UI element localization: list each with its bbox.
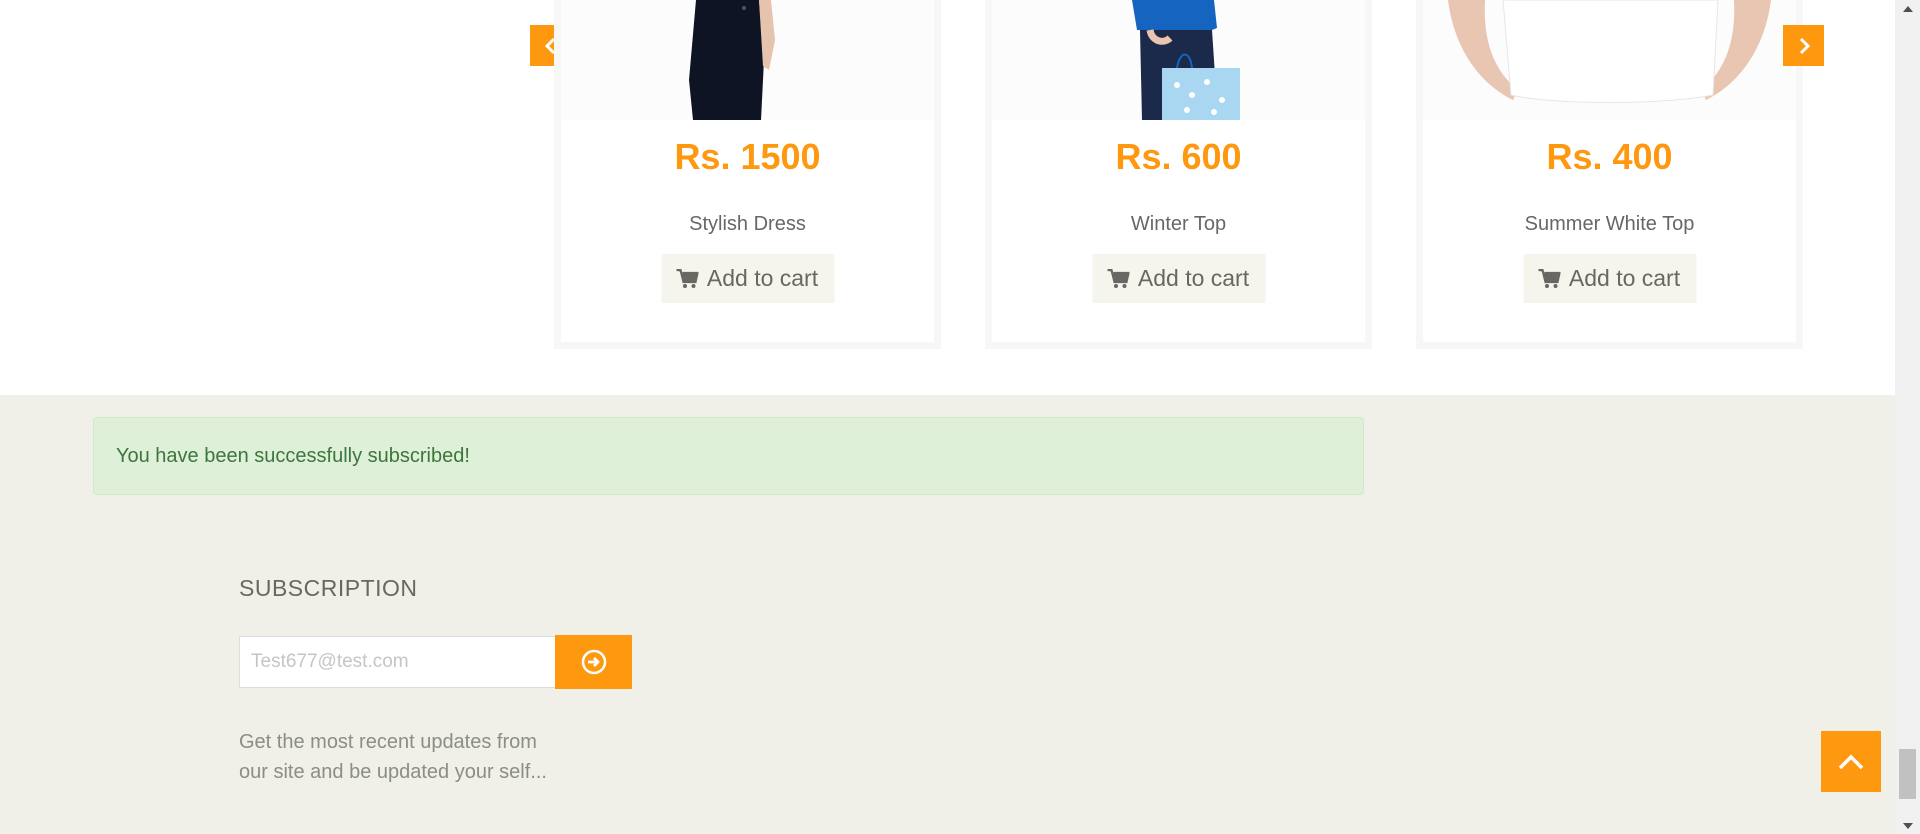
scroll-down-arrow[interactable]	[1895, 817, 1920, 834]
scrollbar-thumb[interactable]	[1899, 749, 1916, 799]
add-to-cart-button[interactable]: Add to cart	[661, 254, 834, 303]
product-image[interactable]	[1423, 0, 1796, 120]
product-name: Summer White Top	[1524, 213, 1695, 235]
add-to-cart-label: Add to cart	[706, 265, 819, 291]
product-image[interactable]	[992, 0, 1365, 120]
shopping-cart-icon	[1107, 268, 1130, 288]
product-card: Rs. 400 Summer White Top Add to cart	[1416, 0, 1803, 349]
shopping-cart-icon	[1538, 268, 1561, 288]
product-card: Rs. 600 Winter Top Add to cart	[985, 0, 1372, 349]
carousel-next-button[interactable]	[1783, 25, 1824, 66]
add-to-cart-label: Add to cart	[1568, 265, 1681, 291]
footer: You have been successfully subscribed! S…	[0, 395, 1895, 834]
recommended-items-carousel: Rs. 1500 Stylish Dress Add to cart Rs. 6…	[0, 0, 1895, 395]
add-to-cart-label: Add to cart	[1137, 265, 1250, 291]
subscription-description-line: our site and be updated your self...	[239, 761, 547, 783]
scroll-to-top-button[interactable]	[1821, 731, 1881, 792]
product-price: Rs. 600	[1115, 136, 1242, 177]
product-card: Rs. 1500 Stylish Dress Add to cart	[554, 0, 941, 349]
subscription-description-line: Get the most recent updates from	[239, 731, 537, 753]
chevron-up-icon	[1838, 754, 1864, 769]
add-to-cart-button[interactable]: Add to cart	[1523, 254, 1696, 303]
product-price: Rs. 1500	[674, 136, 821, 177]
product-name: Stylish Dress	[689, 213, 806, 235]
subscription-title: SUBSCRIPTION	[239, 575, 418, 601]
shopping-cart-icon	[676, 268, 699, 288]
product-name: Winter Top	[1130, 213, 1227, 235]
product-image[interactable]	[561, 0, 934, 120]
triangle-down-icon	[1902, 822, 1913, 829]
subscription-success-alert: You have been successfully subscribed!	[93, 417, 1364, 495]
subscription-description: Get the most recent updates from our sit…	[239, 727, 599, 787]
triangle-up-icon	[1902, 5, 1913, 12]
alert-message: You have been successfully subscribed!	[116, 444, 470, 467]
page-scrollbar[interactable]	[1895, 0, 1920, 834]
product-price: Rs. 400	[1546, 136, 1673, 177]
subscription-email-input[interactable]	[239, 636, 556, 688]
chevron-right-icon	[1799, 37, 1810, 54]
scroll-up-arrow[interactable]	[1895, 0, 1920, 17]
arrow-circle-right-icon	[581, 649, 606, 675]
subscribe-button[interactable]	[555, 635, 632, 689]
add-to-cart-button[interactable]: Add to cart	[1092, 254, 1265, 303]
